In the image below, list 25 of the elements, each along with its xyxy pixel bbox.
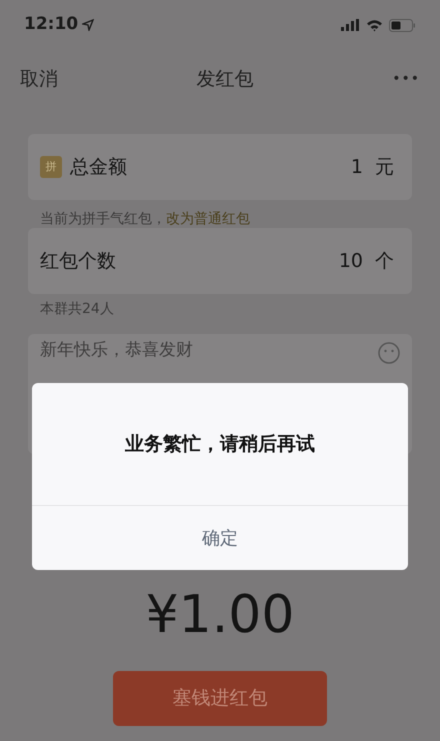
amount-unit: 元 — [375, 154, 394, 180]
battery-icon — [389, 18, 416, 32]
page-title: 发红包 — [196, 66, 254, 92]
emoji-icon[interactable] — [378, 342, 400, 364]
cancel-button[interactable]: 取消 — [20, 64, 58, 94]
hint-text: 当前为拼手气红包， — [40, 210, 166, 228]
amount-row[interactable]: 拼 总金额 1 元 — [28, 134, 412, 200]
location-arrow-icon — [82, 19, 94, 31]
greeting-field[interactable]: 新年快乐，恭喜发财 — [40, 338, 300, 364]
signal-icon — [341, 19, 360, 31]
count-value: 10 — [338, 248, 363, 274]
dialog-message: 业务繁忙，请稍后再试 — [125, 432, 315, 457]
count-label: 红包个数 — [40, 248, 116, 274]
lucky-badge: 拼 — [40, 156, 62, 178]
count-unit: 个 — [375, 248, 394, 274]
total-amount: ¥1.00 — [146, 589, 294, 641]
switch-type-link[interactable]: 改为普通红包 — [166, 208, 250, 230]
more-button[interactable]: ••• — [392, 68, 420, 90]
amount-label: 总金额 — [70, 154, 127, 180]
wifi-icon — [366, 18, 383, 32]
count-row[interactable]: 红包个数 10 个 — [28, 228, 412, 294]
amount-value: 1 — [350, 154, 363, 180]
confirm-button[interactable]: 确定 — [32, 506, 408, 570]
group-size-text: 本群共24人 — [40, 300, 114, 318]
status-time: 12:10 — [24, 13, 78, 36]
